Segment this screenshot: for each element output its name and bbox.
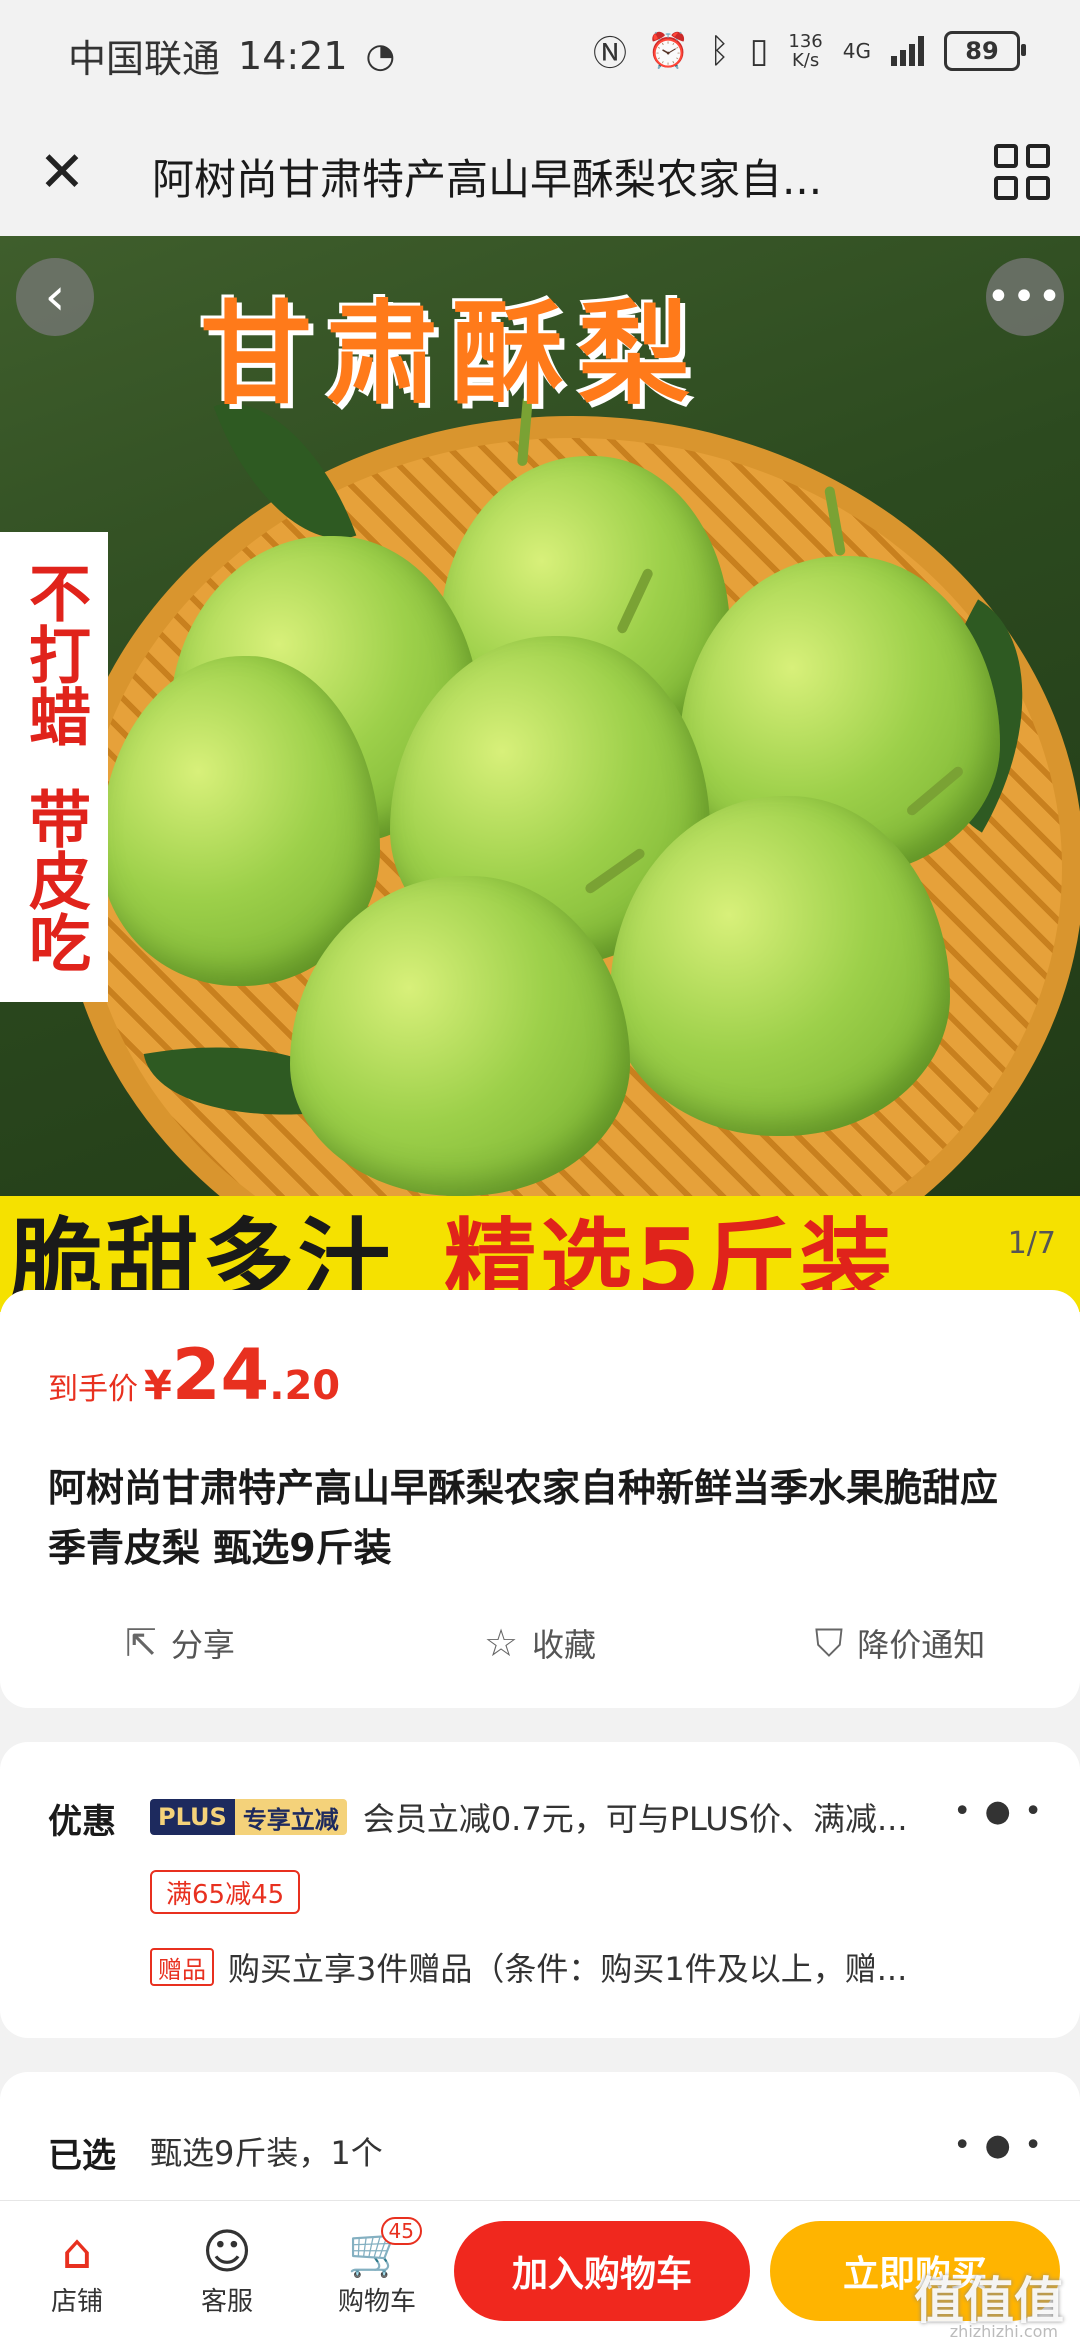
gift-badge: 赠品: [150, 1948, 214, 1986]
cart-count-badge: 45: [380, 2217, 422, 2245]
favorite-label: 收藏: [532, 1626, 597, 1664]
clock: 14:21: [238, 33, 348, 78]
favorite-button[interactable]: ☆ 收藏: [360, 1620, 720, 1666]
store-button[interactable]: ⌂ 店铺: [22, 2223, 132, 2318]
price-card: 到手价 ¥ 24 .20 阿树尚甘肃特产高山早酥梨农家自种新鲜当季水果脆甜应季青…: [0, 1290, 1080, 1708]
speed-gauge-icon: ◔: [365, 35, 396, 76]
selected-value: 甄选9斤装，1个: [150, 2134, 383, 2172]
price-alert-button[interactable]: ⛉ 降价通知: [720, 1620, 1080, 1666]
close-icon[interactable]: ✕: [30, 140, 94, 205]
share-button[interactable]: ⇱ 分享: [0, 1620, 360, 1666]
more-icon: •••: [986, 274, 1064, 320]
price-decimal: .20: [269, 1363, 341, 1409]
action-row: ⇱ 分享 ☆ 收藏 ⛉ 降价通知: [0, 1620, 1080, 1666]
cart-label: 购物车: [337, 2287, 416, 2317]
product-title: 阿树尚甘肃特产高山早酥梨农家自种新鲜当季水果脆甜应季青皮梨 甄选9斤装: [48, 1466, 999, 1570]
promo-card[interactable]: 优惠 PLUS 专享立减 会员立减0.7元，可与PLUS价、满减... • ● …: [0, 1742, 1080, 2038]
plus-promo-row: PLUS 专享立减 会员立减0.7元，可与PLUS价、满减...: [150, 1794, 1010, 1840]
price-currency: ¥: [144, 1363, 172, 1409]
side-tag-2: 带皮吃: [18, 787, 91, 973]
more-button[interactable]: •••: [986, 258, 1064, 336]
price-alert-label: 降价通知: [857, 1626, 986, 1664]
chat-icon: ☺: [201, 2224, 253, 2280]
alarm-icon: ⏰: [646, 30, 690, 71]
gift-text: 购买立享3件赠品（条件：购买1件及以上，赠...: [228, 1950, 908, 1988]
selected-label: 已选: [48, 2136, 116, 2176]
promo-label: 优惠: [48, 1802, 116, 1842]
plus-badge: PLUS 专享立减: [150, 1799, 347, 1835]
product-image-carousel[interactable]: 甘肃酥梨 不打蜡 带皮吃 ‹ ••• 脆甜多汁 精选5斤装 1/7: [0, 236, 1080, 1312]
store-label: 店铺: [50, 2287, 103, 2317]
chevron-left-icon: ‹: [44, 267, 66, 327]
service-button[interactable]: ☺ 客服: [172, 2223, 282, 2318]
nfc-icon: Ⓝ: [592, 34, 627, 74]
price-label: 到手价: [48, 1372, 138, 1407]
plus-badge-right: 专享立减: [234, 1799, 347, 1835]
side-tag-1: 不打蜡: [18, 561, 91, 747]
grid-icon[interactable]: [994, 144, 1050, 200]
more-spec-icon[interactable]: • ● •: [953, 2128, 1044, 2163]
status-bar: 中国联通 14:21 ◔ Ⓝ ⏰ ᛒ ▯ 136 K/s 4G 89: [0, 0, 1080, 108]
coupon-badge[interactable]: 满65减45: [150, 1870, 301, 1914]
battery-level: 89: [965, 36, 999, 65]
net-speed: 136 K/s: [788, 32, 822, 70]
bluetooth-icon: ᛒ: [709, 30, 730, 71]
bottom-bar: ⌂ 店铺 ☺ 客服 🛒 45 购物车 加入购物车 立即购买 值值值 zhizhi…: [0, 2200, 1080, 2341]
page-indicator: 1/7: [1007, 1226, 1056, 1261]
hero-title: 甘肃酥梨: [200, 289, 704, 420]
price-tag-icon: ⛉: [814, 1620, 844, 1665]
add-to-cart-button[interactable]: 加入购物车: [454, 2221, 750, 2321]
vibrate-icon: ▯: [749, 30, 769, 71]
status-left: 中国联通 14:21 ◔: [68, 28, 395, 83]
star-icon: ☆: [483, 1621, 519, 1665]
plus-promo-text: 会员立减0.7元，可与PLUS价、满减...: [362, 1800, 908, 1838]
share-icon: ⇱: [125, 1621, 157, 1665]
net-speed-unit: K/s: [791, 49, 820, 71]
carrier: 中国联通: [68, 37, 221, 81]
network-type: 4G: [842, 38, 871, 63]
signal-icon: [891, 35, 924, 66]
store-icon: ⌂: [61, 2224, 93, 2280]
back-button[interactable]: ‹: [16, 258, 94, 336]
price-integer: 24: [171, 1334, 270, 1416]
watermark-sub: zhizhizhi.com: [949, 2322, 1058, 2341]
net-speed-value: 136: [788, 30, 823, 52]
service-label: 客服: [200, 2287, 253, 2317]
nav-bar: ✕ 阿树尚甘肃特产高山早酥梨农家自...: [0, 108, 1080, 236]
gift-row: 赠品 购买立享3件赠品（条件：购买1件及以上，赠...: [150, 1944, 968, 1990]
side-tag: 不打蜡 带皮吃: [0, 532, 108, 1002]
price: 到手价 ¥ 24 .20: [48, 1334, 340, 1416]
plus-badge-left: PLUS: [150, 1799, 235, 1835]
battery-icon: 89: [944, 30, 1026, 71]
cart-button[interactable]: 🛒 45 购物车: [322, 2217, 432, 2318]
status-right: Ⓝ ⏰ ᛒ ▯ 136 K/s 4G 89: [592, 26, 1026, 75]
share-label: 分享: [170, 1626, 235, 1664]
page-title: 阿树尚甘肃特产高山早酥梨农家自...: [152, 155, 823, 204]
more-promo-icon[interactable]: • ● •: [953, 1794, 1044, 1829]
